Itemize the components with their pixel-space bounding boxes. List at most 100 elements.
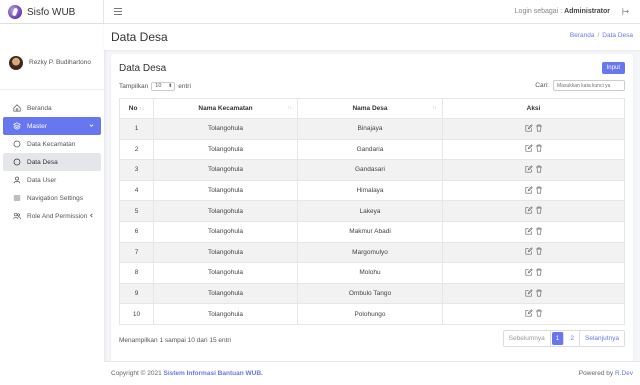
chevron-down-icon — [89, 124, 94, 127]
cell-desa: Gandasari — [297, 159, 443, 181]
search: Cari: — [535, 80, 625, 91]
sort-icon: ↑↓ — [287, 105, 292, 111]
pagination-page-2[interactable]: 2 — [565, 331, 581, 346]
table-info: Menampilkan 1 sampai 10 dari 15 entri — [119, 337, 232, 344]
table-body: 1 Tolangohula Binajaya 2 Tolangohula Gandaria… — [119, 118, 625, 325]
edit-icon[interactable] — [524, 227, 533, 235]
breadcrumb-item-current: Data Desa — [602, 32, 633, 39]
top-navbar: Sisfo WUB Login sebagai : Administrator — [0, 0, 640, 24]
search-label: Cari: — [535, 82, 549, 89]
chevron-left-icon — [90, 213, 93, 218]
sidebar-item-label: Navigation Settings — [27, 194, 84, 202]
breadcrumb: Beranda / Data Desa — [570, 32, 633, 39]
cell-kecamatan: Tolangohula — [153, 200, 298, 222]
pagination-page-1[interactable]: 1 — [551, 332, 565, 345]
sidebar-item-label: Role And Permission — [27, 212, 88, 220]
footer-copyright: Copyright © 2021 Sistem Informasi Bantua… — [111, 370, 263, 377]
cell-kecamatan: Tolangohula — [153, 262, 298, 284]
column-header-aksi: Aksi — [442, 98, 625, 119]
edit-icon[interactable] — [524, 309, 533, 317]
sidebar-item-navigation-settings[interactable]: Navigation Settings — [3, 189, 101, 207]
edit-icon[interactable] — [524, 185, 533, 194]
footer: Copyright © 2021 Sistem Informasi Bantua… — [104, 361, 640, 385]
data-table: No ↑↓ Nama Kecamatan ↑↓ Nama Desa ↑↓ Aksi … — [119, 98, 625, 325]
edit-icon[interactable] — [524, 206, 533, 214]
circle-icon — [13, 158, 21, 166]
sidebar-item-data-desa[interactable]: Data Desa — [3, 153, 101, 171]
trash-icon[interactable] — [535, 227, 543, 235]
cell-aksi — [442, 262, 625, 284]
cell-desa: Lakeya — [297, 200, 443, 222]
cell-aksi — [442, 241, 625, 264]
sidebar-item-data-kecamatan[interactable]: Data Kecamatan — [3, 135, 101, 153]
cell-aksi — [442, 118, 625, 140]
table-row: 7 Tolangohula Margomulyo — [119, 241, 625, 264]
pagination-next[interactable]: Selanjutnya — [580, 331, 624, 346]
cell-no: 3 — [119, 159, 154, 181]
table-row: 10 Tolangohula Polohungo — [119, 303, 625, 325]
main-content: Data Desa Beranda / Data Desa Data Desa In… — [104, 24, 640, 375]
sidebar-menu: Beranda Master Data Kecamatan Data Desa … — [0, 90, 104, 225]
pagination: Sebelumnya 1 2 Selanjutnya — [502, 330, 625, 347]
card-title: Data Desa — [119, 63, 167, 74]
edit-icon[interactable] — [524, 288, 533, 297]
cell-aksi — [442, 159, 625, 181]
cell-aksi — [442, 138, 625, 161]
edit-icon[interactable] — [524, 165, 533, 173]
column-header-kecamatan[interactable]: Nama Kecamatan ↑↓ — [153, 98, 298, 119]
table-row: 5 Tolangohula Lakeya — [119, 200, 625, 222]
circle-icon — [13, 140, 21, 148]
show-entries-suffix: entri — [178, 83, 191, 90]
sort-icon: ↑↓ — [432, 105, 437, 111]
trash-icon[interactable] — [535, 289, 543, 297]
search-input[interactable] — [553, 80, 625, 91]
edit-icon[interactable] — [524, 144, 533, 152]
sidebar-item-data-user[interactable]: Data User — [3, 171, 101, 189]
powered-link[interactable]: R.Dev — [615, 370, 633, 377]
sidebar-item-master[interactable]: Master — [3, 117, 101, 135]
cell-kecamatan: Tolangohula — [153, 179, 298, 202]
column-header-desa[interactable]: Nama Desa ↑↓ — [297, 98, 443, 119]
cell-no: 7 — [119, 241, 154, 264]
cell-aksi — [442, 220, 625, 243]
user-name: Rezky P. Budihartono — [29, 59, 92, 66]
entries-select[interactable]: 10 — [151, 82, 176, 91]
cell-desa: Molohu — [297, 262, 443, 284]
footer-link[interactable]: Sistem Informasi Bantuan WUB. — [164, 370, 263, 377]
trash-icon[interactable] — [535, 268, 543, 276]
breadcrumb-item-beranda[interactable]: Beranda — [570, 32, 595, 39]
sidebar-item-beranda[interactable]: Beranda — [3, 99, 101, 117]
bars-icon — [13, 195, 21, 201]
app-logo-icon — [8, 5, 22, 19]
edit-icon[interactable] — [524, 247, 533, 255]
input-button[interactable]: Input — [601, 62, 625, 74]
show-entries-prefix: Tampilkan — [119, 83, 149, 90]
trash-icon[interactable] — [535, 165, 543, 173]
copyright-text: Copyright © 2021 — [111, 370, 164, 377]
edit-icon[interactable] — [524, 268, 533, 276]
logout-icon[interactable] — [622, 7, 630, 16]
trash-icon[interactable] — [535, 186, 543, 194]
cell-kecamatan: Tolangohula — [153, 220, 298, 243]
trash-icon[interactable] — [535, 124, 543, 132]
trash-icon[interactable] — [535, 206, 543, 214]
hamburger-menu-icon[interactable] — [114, 8, 122, 15]
cell-desa: Polohungo — [297, 303, 443, 325]
pagination-prev[interactable]: Sebelumnya — [504, 331, 551, 346]
table-row: 4 Tolangohula Himalaya — [119, 179, 625, 202]
home-icon — [13, 104, 21, 112]
brand[interactable]: Sisfo WUB — [0, 0, 104, 24]
trash-icon[interactable] — [535, 247, 543, 255]
edit-icon[interactable] — [524, 124, 533, 132]
column-header-label: Nama Desa — [352, 105, 388, 112]
trash-icon[interactable] — [535, 144, 543, 152]
show-entries: Tampilkan 10 entri — [119, 82, 191, 91]
powered-text: Powered by — [578, 370, 615, 377]
sidebar-item-role-and-permission[interactable]: Role And Permission — [3, 207, 101, 225]
column-header-no[interactable]: No ↑↓ — [119, 98, 154, 119]
cell-kecamatan: Tolangohula — [153, 303, 298, 325]
table-row: 9 Tolangohula Ombulo Tango — [119, 282, 625, 305]
cell-desa: Himalaya — [297, 179, 443, 202]
sidebar-item-label: Data Kecamatan — [27, 140, 76, 148]
trash-icon[interactable] — [535, 309, 543, 317]
